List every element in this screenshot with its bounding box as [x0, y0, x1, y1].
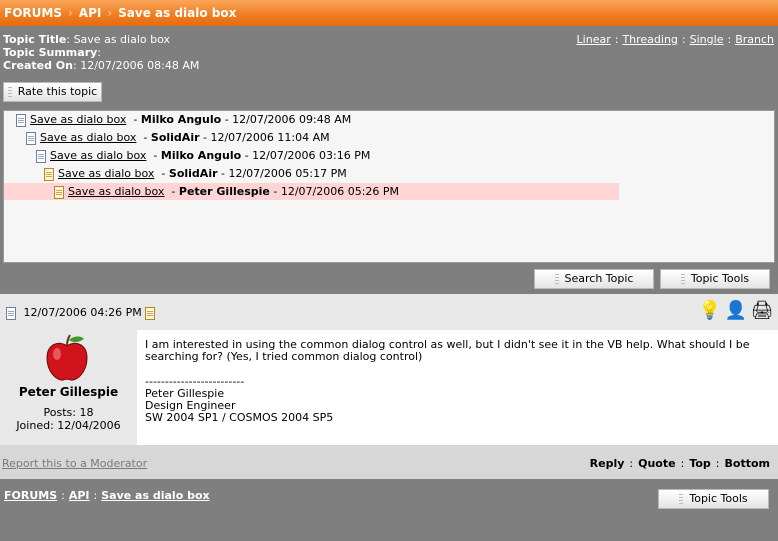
thread-row-date: - 12/07/2006 05:17 PM [221, 167, 347, 180]
thread-row-date: - 12/07/2006 05:26 PM [273, 185, 400, 198]
thread-row-author: SolidAir [150, 131, 200, 144]
post-date: 12/07/2006 04:26 PM [23, 306, 142, 319]
bottom-link[interactable]: Bottom [725, 457, 770, 470]
printer-icon[interactable]: 🖨 [750, 299, 774, 323]
breadcrumb-api[interactable]: API [79, 0, 102, 26]
topic-title-label: Topic Title [3, 33, 67, 46]
thread-row-link[interactable]: Save as dialo box [58, 167, 154, 180]
view-single-link[interactable]: Single [690, 33, 724, 46]
grip-icon [680, 274, 685, 284]
new-post-doc-icon [145, 306, 156, 320]
thread-row-link[interactable]: Save as dialo box [30, 113, 126, 126]
view-linear-link[interactable]: Linear [577, 33, 611, 46]
thread-row[interactable]: Save as dialo box - SolidAir - 12/07/200… [26, 129, 330, 146]
lightbulb-icon[interactable]: 💡 [698, 299, 722, 323]
created-on-value: 12/07/2006 08:48 AM [80, 59, 200, 72]
created-on-label: Created On [3, 59, 73, 72]
thread-row[interactable]: Save as dialo box - Milko Angulo - 12/07… [16, 111, 351, 128]
topic-tools-button[interactable]: Topic Tools [660, 269, 770, 289]
view-threading-link[interactable]: Threading [622, 33, 677, 46]
view-mode-links: Linear: Threading: Single: Branch [576, 33, 774, 46]
thread-row-author: Milko Angulo [140, 113, 222, 126]
post-doc-icon [26, 131, 36, 145]
grip-icon [679, 494, 684, 504]
thread-row-link[interactable]: Save as dialo box [40, 131, 136, 144]
post-doc-icon [36, 149, 46, 163]
new-post-doc-icon [54, 185, 64, 199]
thread-row-date: - 12/07/2006 11:04 AM [203, 131, 330, 144]
thread-row-link[interactable]: Save as dialo box [50, 149, 146, 162]
user-info-icon[interactable]: 👤 [724, 299, 748, 323]
author-post-count: Posts: 18 [43, 406, 94, 419]
bottom-breadcrumb-api[interactable]: API [69, 489, 90, 502]
grip-icon [554, 274, 559, 284]
thread-row[interactable]: Save as dialo box - SolidAir - 12/07/200… [44, 165, 347, 182]
bottom-breadcrumb: FORUMS: API: Save as dialo box [4, 489, 210, 502]
post-icons: 💡 👤 🖨 [696, 299, 774, 323]
quote-link[interactable]: Quote [638, 457, 675, 470]
thread-row-date: - 12/07/2006 03:16 PM [244, 149, 371, 162]
post-doc-icon [16, 113, 26, 127]
search-topic-button[interactable]: Search Topic [534, 269, 654, 289]
topic-title-value: Save as dialo box [73, 33, 170, 46]
apple-avatar [46, 334, 88, 381]
thread-row[interactable]: Save as dialo box - Milko Angulo - 12/07… [36, 147, 370, 164]
header-bar: FORUMS › API › Save as dialo box [0, 0, 778, 26]
post-footer: Report this to a Moderator Reply: Quote: T… [0, 445, 778, 479]
post-header: 12/07/2006 04:26 PM 💡 👤 🖨 [0, 294, 778, 330]
post-doc-icon [6, 306, 16, 320]
view-branch-link[interactable]: Branch [735, 33, 774, 46]
new-post-doc-icon [44, 167, 54, 181]
message-body: I am interested in using the common dial… [137, 330, 778, 445]
signature-versions: SW 2004 SP1 / COSMOS 2004 SP5 [145, 411, 334, 424]
author-joined-date: Joined: 12/04/2006 [16, 419, 121, 432]
thread-row-link[interactable]: Save as dialo box [68, 185, 164, 198]
signature-name: Peter Gillespie [145, 387, 225, 400]
thread-row-date: - 12/07/2006 09:48 AM [224, 113, 352, 126]
rate-topic-button[interactable]: Rate this topic [3, 82, 102, 102]
thread-row-author: Peter Gillespie [178, 185, 270, 198]
bottom-breadcrumb-forums[interactable]: FORUMS [4, 489, 57, 502]
bottom-breadcrumb-current[interactable]: Save as dialo box [101, 489, 209, 502]
breadcrumb-current: Save as dialo box [118, 6, 237, 20]
author-name[interactable]: Peter Gillespie [0, 385, 137, 399]
topic-info: Topic Title: Save as dialo box Topic Sum… [3, 33, 200, 72]
topic-tools-bottom-button[interactable]: Topic Tools [658, 489, 769, 509]
post-date-line: 12/07/2006 04:26 PM [6, 306, 159, 320]
author-panel: Peter Gillespie Posts: 18 Joined: 12/04/… [0, 330, 137, 445]
topic-summary-label: Topic Summary [3, 46, 98, 59]
reply-link[interactable]: Reply [590, 457, 625, 470]
report-moderator-link[interactable]: Report this to a Moderator [2, 457, 147, 470]
thread-row-selected[interactable]: Save as dialo box - Peter Gillespie - 12… [4, 183, 619, 200]
post-actions: Reply: Quote: Top: Bottom [589, 457, 770, 470]
thread-row-author: Milko Angulo [160, 149, 242, 162]
thread-tree: Save as dialo box - Milko Angulo - 12/07… [3, 110, 775, 263]
grip-icon [7, 87, 12, 97]
breadcrumb: FORUMS › API › Save as dialo box [4, 0, 236, 26]
breadcrumb-separator: › [107, 6, 113, 20]
breadcrumb-forums[interactable]: FORUMS [4, 0, 62, 26]
breadcrumb-separator: › [67, 6, 73, 20]
signature-rule: ------------------------- [145, 375, 245, 388]
thread-row-author: SolidAir [168, 167, 218, 180]
top-link[interactable]: Top [689, 457, 710, 470]
message-text: I am interested in using the common dial… [145, 338, 750, 363]
